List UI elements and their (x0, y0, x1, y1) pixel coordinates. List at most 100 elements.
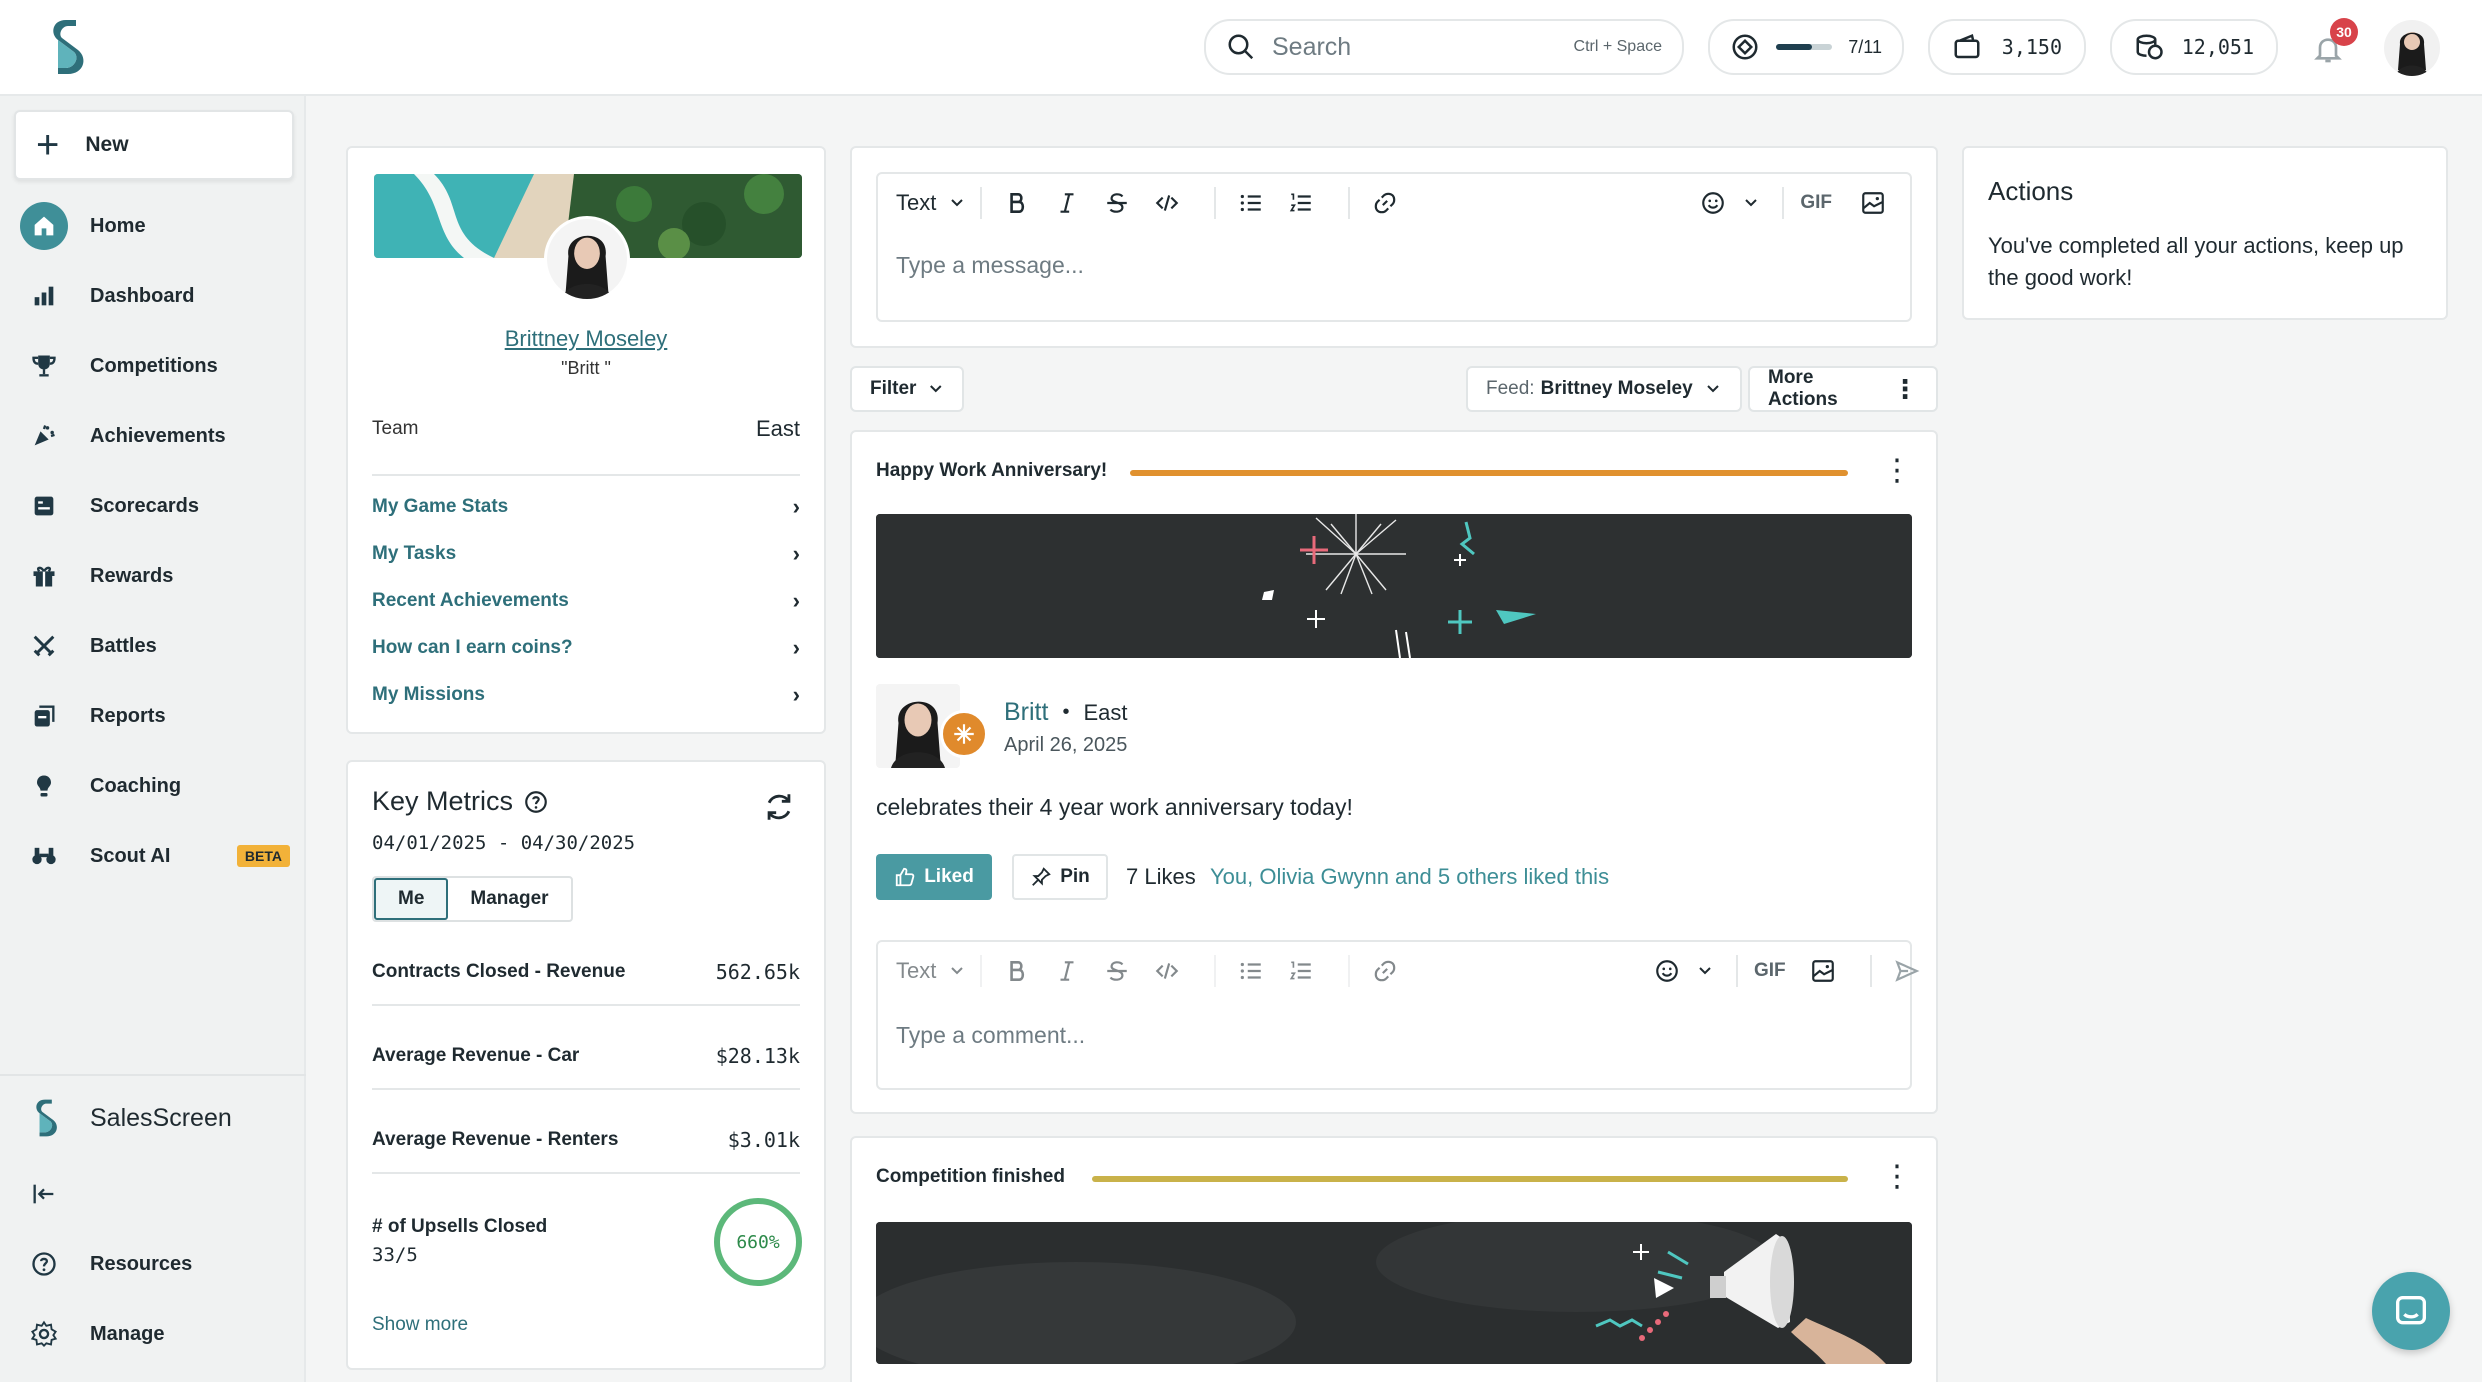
liked-button[interactable]: Liked (876, 854, 992, 900)
link-my-game-stats[interactable]: My Game Stats › (372, 484, 800, 530)
link-recent-achievements[interactable]: Recent Achievements › (372, 578, 800, 624)
gif-button[interactable]: GIF (1754, 960, 1786, 982)
post-author[interactable]: Britt (1004, 698, 1048, 727)
link-icon[interactable] (1366, 952, 1404, 990)
sidebar-item-scorecards[interactable]: Scorecards (20, 480, 296, 532)
team-value: East (755, 416, 800, 441)
profile-avatar[interactable] (544, 216, 630, 302)
message-editor[interactable]: Text GIF Type a message... (876, 172, 1912, 322)
profile-nickname: "Britt " (561, 358, 611, 378)
divider (372, 1004, 800, 1006)
chevron-down-icon[interactable] (1744, 198, 1758, 208)
collapse-sidebar-button[interactable] (20, 1168, 296, 1220)
link-earn-coins[interactable]: How can I earn coins? › (372, 625, 800, 671)
numbered-list-icon[interactable] (1282, 952, 1320, 990)
strikethrough-icon[interactable] (1098, 184, 1136, 222)
profile-card: Brittney Moseley "Britt " Team East My G… (346, 146, 826, 734)
italic-icon[interactable] (1048, 952, 1086, 990)
search-input[interactable]: Search Ctrl + Space (1204, 19, 1684, 75)
kebab-icon: ⋮ (1892, 374, 1918, 404)
notification-count: 30 (2330, 18, 2358, 46)
sidebar-item-scout-ai[interactable]: Scout AI BETA (20, 830, 296, 882)
sidebar-item-label: Resources (90, 1252, 193, 1275)
sidebar-item-achievements[interactable]: Achievements (20, 410, 296, 462)
coins-icon (2136, 34, 2163, 60)
wallet-balance[interactable]: 3,150 (1928, 19, 2086, 75)
chat-launcher-button[interactable] (2372, 1272, 2450, 1350)
code-icon[interactable] (1148, 952, 1186, 990)
sidebar-item-manage[interactable]: Manage (20, 1308, 296, 1360)
emoji-icon[interactable] (1648, 952, 1686, 990)
bullet-list-icon[interactable] (1232, 952, 1270, 990)
sidebar-item-resources[interactable]: Resources (20, 1238, 296, 1290)
metrics-title: Key Metrics (372, 786, 514, 816)
metric-row[interactable]: Average Revenue - Car $28.13k (372, 1034, 800, 1078)
coin-balance[interactable]: 12,051 (2110, 19, 2278, 75)
new-label: New (85, 133, 129, 156)
gear-icon (20, 1310, 68, 1358)
message-input[interactable]: Type a message... (878, 252, 1910, 279)
salesscreen-logo[interactable] (44, 18, 88, 76)
link-icon[interactable] (1366, 184, 1404, 222)
feed-prefix: Feed: (1486, 378, 1535, 399)
image-icon[interactable] (1854, 184, 1892, 222)
comment-editor[interactable]: Text GIF Type a comment... (876, 940, 1920, 1090)
strikethrough-icon[interactable] (1098, 952, 1136, 990)
sidebar-item-home[interactable]: Home (20, 200, 296, 252)
sidebar-item-competitions[interactable]: Competitions (20, 340, 296, 392)
new-button[interactable]: + New (14, 110, 294, 180)
level-progress[interactable]: 7/11 (1708, 19, 1904, 75)
metric-label: Average Revenue - Renters (372, 1129, 619, 1150)
toolbar-separator (1214, 187, 1217, 219)
sidebar-item-dashboard[interactable]: Dashboard (20, 270, 296, 322)
link-my-missions[interactable]: My Missions › (372, 672, 800, 718)
sidebar-item-coaching[interactable]: Coaching (20, 760, 296, 812)
bullet-list-icon[interactable] (1232, 184, 1270, 222)
show-more-link[interactable]: Show more (372, 1314, 468, 1336)
feed-select[interactable]: Feed: Brittney Moseley (1466, 366, 1742, 412)
metric-row[interactable]: Contracts Closed - Revenue 562.65k (372, 950, 800, 994)
text-style-label: Text (896, 190, 937, 215)
info-icon[interactable] (523, 789, 549, 815)
bold-icon[interactable] (998, 952, 1036, 990)
metric-label: Contracts Closed - Revenue (372, 961, 626, 982)
chevron-right-icon: › (792, 682, 800, 707)
pin-button[interactable]: Pin (1012, 854, 1108, 900)
post-menu-icon[interactable]: ⋮ (1882, 456, 1912, 486)
link-my-tasks[interactable]: My Tasks › (372, 531, 800, 577)
target-icon (1732, 34, 1758, 60)
profile-name[interactable]: Brittney Moseley (348, 326, 824, 352)
italic-icon[interactable] (1048, 184, 1086, 222)
link-label: My Tasks (372, 543, 457, 564)
bold-icon[interactable] (998, 184, 1036, 222)
comment-input[interactable]: Type a comment... (878, 1022, 1910, 1049)
toggle-manager[interactable]: Manager (448, 878, 570, 920)
comment-style-select[interactable]: Text (896, 958, 964, 984)
sidebar-item-battles[interactable]: Battles (20, 620, 296, 672)
toolbar-separator (1214, 955, 1217, 987)
filter-button[interactable]: Filter (850, 366, 964, 412)
send-icon[interactable] (1888, 952, 1926, 990)
sidebar: + New Home Dashboard Competitions Achiev… (0, 96, 306, 1382)
sidebar-item-label: Rewards (90, 564, 174, 587)
text-style-select[interactable]: Text (896, 190, 964, 216)
likes-count[interactable]: 7 Likes (1126, 864, 1196, 890)
sidebar-item-rewards[interactable]: Rewards (20, 550, 296, 602)
toggle-me[interactable]: Me (374, 878, 449, 920)
code-icon[interactable] (1148, 184, 1186, 222)
sidebar-item-reports[interactable]: Reports (20, 690, 296, 742)
emoji-icon[interactable] (1694, 184, 1732, 222)
feed-name: Brittney Moseley (1540, 378, 1693, 399)
liked-by-text[interactable]: You, Olivia Gwynn and 5 others liked thi… (1210, 864, 1609, 890)
user-avatar[interactable] (2384, 20, 2440, 76)
metric-row[interactable]: Average Revenue - Renters $3.01k (372, 1118, 800, 1162)
post-title: Competition finished (876, 1166, 1065, 1187)
image-icon[interactable] (1804, 952, 1842, 990)
gif-button[interactable]: GIF (1800, 192, 1832, 214)
more-actions-button[interactable]: More Actions ⋮ (1748, 366, 1938, 412)
refresh-icon[interactable] (762, 790, 796, 824)
post-menu-icon[interactable]: ⋮ (1882, 1162, 1912, 1192)
chevron-down-icon[interactable] (1698, 966, 1712, 976)
notifications-button[interactable]: 30 (2308, 18, 2358, 72)
numbered-list-icon[interactable] (1282, 184, 1320, 222)
